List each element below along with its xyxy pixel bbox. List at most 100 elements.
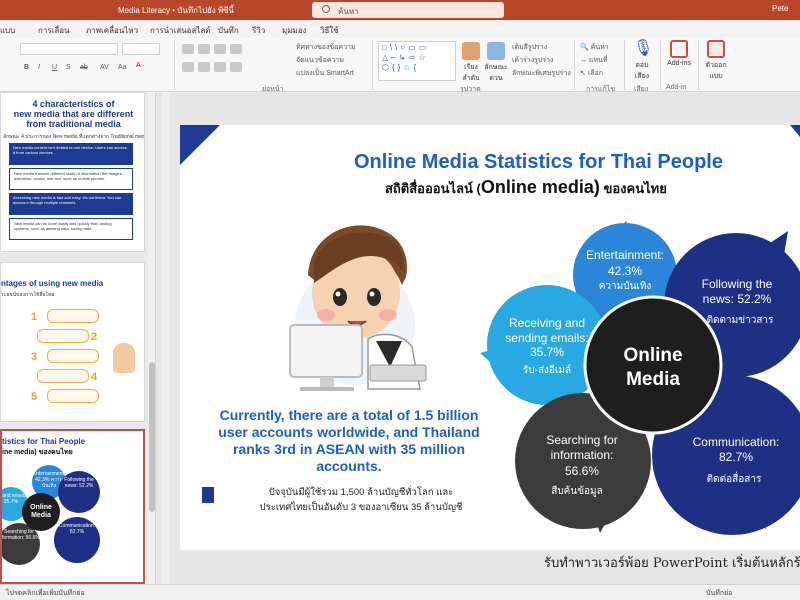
thumb1-item: New media can be done easily and quickly… — [9, 218, 133, 240]
tab-animations[interactable]: ภาพเคลื่อนไหว — [86, 24, 138, 37]
justify-icon[interactable] — [230, 62, 242, 72]
align-center-icon[interactable] — [198, 62, 210, 72]
change-case-icon[interactable]: Aa — [118, 64, 127, 71]
addins-button[interactable]: Add-ins — [664, 40, 694, 67]
search-label-1: Searching for — [546, 433, 617, 447]
search-icon — [322, 5, 330, 13]
ribbon-tabs: แบบ การเลื่อน ภาพเคลื่อนไหว การนำเสนอสไล… — [0, 20, 800, 38]
bold-icon[interactable]: B — [24, 64, 29, 71]
thumb2-box — [47, 309, 99, 323]
user-name[interactable]: Pete — [772, 4, 788, 13]
arrange-icon — [462, 42, 480, 60]
thumb3-bubble: Communication: 82.7% — [54, 517, 100, 563]
center-label-1: Online — [623, 345, 682, 366]
tab-transitions[interactable]: การเลื่อน — [38, 24, 70, 37]
divider — [624, 40, 625, 90]
emails-pct: 35.7% — [530, 345, 564, 359]
thumb2-box — [47, 389, 99, 403]
tab-design[interactable]: แบบ — [0, 24, 15, 37]
quick-styles-button[interactable]: ลักษณะด่วน — [484, 42, 508, 84]
tab-slideshow[interactable]: การนำเสนอสไลด์ — [150, 24, 211, 37]
stat-english[interactable]: Currently, there are a total of 1.5 bill… — [218, 407, 480, 475]
tab-help[interactable]: วิธีใช้ — [320, 24, 339, 37]
font-size-select[interactable] — [122, 43, 160, 55]
shape-fill-button[interactable]: เติมสีรูปร่าง — [512, 42, 547, 53]
replace-button[interactable]: ↔ แทนที่ — [580, 55, 607, 66]
find-button[interactable]: 🔍 ค้นหา — [580, 42, 609, 53]
thumb2-subtitle: ระยชน์ของการใช้สื่อใหม่ — [1, 292, 55, 298]
communication-pct: 82.7% — [719, 450, 753, 464]
news-th: ติดตามข่าวสาร — [707, 315, 774, 326]
canvas-scrollbar[interactable] — [162, 92, 170, 584]
shapes-gallery[interactable]: □\\○▭▭ △⌐↳⇨☆ ⬡{}☆{ — [378, 41, 456, 81]
tab-review[interactable]: รีวิว — [252, 24, 265, 37]
thumb2-title: ntages of using new media — [1, 279, 104, 288]
notes-button[interactable]: บันทึกย่อ — [706, 588, 732, 599]
stat-thai[interactable]: ปัจจุบันมีผู้ใช้รวม 1,500 ล้านบัญชีทั่วโ… — [246, 485, 476, 515]
divider — [698, 40, 699, 90]
select-button[interactable]: ↖ เลือก — [580, 68, 603, 79]
search-label-2: information: — [551, 448, 614, 462]
thumb2-box — [47, 349, 99, 363]
arrange-button[interactable]: เรียงลำดับ — [460, 42, 482, 84]
slide-title[interactable]: Online Media Statistics for Thai People — [354, 151, 723, 174]
smartart-button[interactable]: แปลงเป็น SmartArt — [296, 68, 354, 79]
communication-label: Communication: — [693, 435, 780, 449]
center-label-2: Media — [626, 369, 680, 390]
divider — [574, 40, 575, 90]
thumb3-subtitle: ine media) ของคนไทย — [2, 449, 73, 456]
slide[interactable]: Entertainment: 42.3% ความบันเทิง Followi… — [180, 125, 800, 550]
search-th: สืบค้นข้อมูล — [551, 485, 603, 497]
divider — [660, 40, 661, 90]
tab-view[interactable]: มุมมอง — [282, 24, 307, 37]
entertainment-th: ความบันเทิง — [599, 281, 652, 292]
search-box[interactable]: ค้นหา — [312, 2, 504, 18]
thumb3-bubble: Following the news: 52.2% — [58, 471, 100, 513]
slide-thumbnail-3[interactable]: tistics for Thai People ine media) ของคน… — [0, 429, 145, 584]
news-label-2: news: 52.2% — [703, 292, 772, 306]
dictate-button[interactable]: 🎙 ตอบ เสียง — [630, 40, 654, 82]
align-left-icon[interactable] — [182, 62, 194, 72]
thumb2-step-3: 3 — [31, 351, 38, 363]
font-color-icon[interactable]: A — [136, 62, 141, 69]
communication-th: ติดต่อสื่อสาร — [707, 471, 762, 485]
emails-label-1: Receiving and — [509, 316, 585, 330]
thumbnail-scroll-handle[interactable] — [149, 362, 155, 512]
thumb3-center: Online Media — [22, 493, 60, 531]
tab-record[interactable]: บันทึก — [218, 24, 239, 37]
align-right-icon[interactable] — [214, 62, 226, 72]
underline-icon[interactable]: U — [52, 64, 57, 71]
decrease-indent-icon[interactable] — [214, 44, 226, 54]
font-name-select[interactable] — [20, 43, 118, 55]
thumb1-item: New media transmit different kinds of in… — [9, 168, 133, 190]
increase-indent-icon[interactable] — [230, 44, 242, 54]
slide-thumbnail-2[interactable]: ntages of using new media ระยชน์ของการใช… — [0, 262, 145, 422]
align-text-button[interactable]: จัดแนวข้อความ — [296, 55, 344, 66]
numbering-icon[interactable] — [198, 44, 210, 54]
corner-triangle-right — [790, 125, 800, 137]
thumb2-box — [37, 329, 89, 343]
thumb2-character — [113, 343, 135, 373]
watermark-caption: รับทำพาวเวอร์พ้อย PowerPoint เริ่มต้นหลั… — [544, 556, 800, 571]
shape-effects-button[interactable]: ลักษณะพิเศษรูปร่าง — [512, 68, 571, 79]
thumb2-step-2: 2 — [91, 331, 98, 343]
ribbon: B I U S ab AV Aa A ทิศทางของข้อความ จัดแ… — [0, 38, 800, 93]
thumbnail-scrollbar[interactable] — [148, 92, 155, 584]
shadow-icon[interactable]: S — [66, 64, 71, 71]
search-placeholder: ค้นหา — [338, 7, 359, 16]
designer-button[interactable]: ตัวออก แบบ — [702, 40, 730, 82]
thumb2-step-1: 1 — [31, 311, 38, 323]
entertainment-label: Entertainment: — [586, 248, 664, 262]
emails-th: รับ-ส่งอีเมล์ — [523, 364, 571, 376]
char-spacing-icon[interactable]: AV — [100, 64, 109, 71]
thumb3-title: tistics for Thai People — [2, 437, 86, 446]
text-direction-button[interactable]: ทิศทางของข้อความ — [296, 42, 356, 53]
slide-subtitle[interactable]: สถิติสื่อออนไลน์ (Online media) ของคนไทย — [385, 177, 667, 199]
shape-outline-button[interactable]: เค้าร่างรูปร่าง — [512, 55, 553, 66]
notes-prompt[interactable]: ไปรดคลิกเพื่อเพิ่มบันทึกย่อ — [6, 588, 85, 599]
italic-icon[interactable]: I — [38, 64, 40, 71]
slide-thumbnail-1[interactable]: 4 characteristics of new media that are … — [0, 92, 145, 252]
strikethrough-icon[interactable]: ab — [80, 64, 88, 71]
bullets-icon[interactable] — [182, 44, 194, 54]
entertainment-pct: 42.3% — [608, 264, 642, 278]
